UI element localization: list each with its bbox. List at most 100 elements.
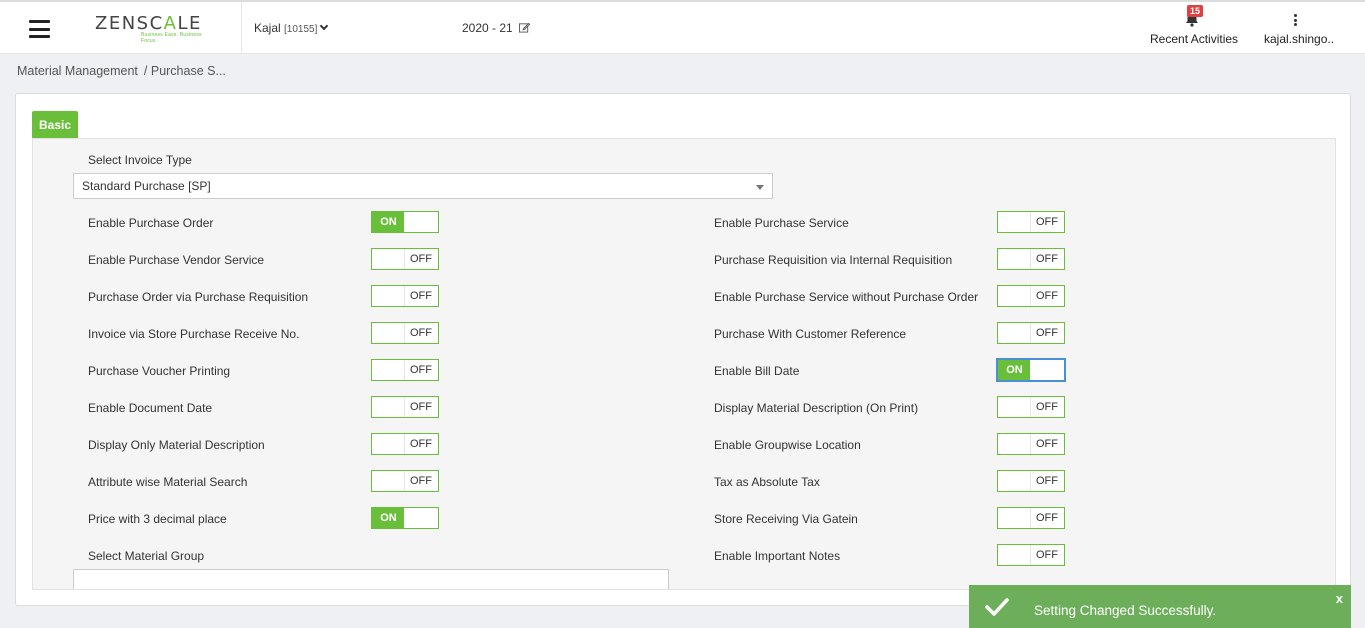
setting-label: Enable Document Date (88, 401, 213, 415)
toggle-off-label: OFF (1036, 290, 1058, 302)
breadcrumb-root[interactable]: Material Management (17, 64, 138, 78)
setting-label: Enable Purchase Service without Purchase… (714, 290, 979, 304)
setting-label: Price with 3 decimal place (88, 512, 227, 526)
checkmark-icon (985, 598, 1009, 616)
setting-label: Store Receiving Via Gatein (714, 512, 858, 526)
toggle-knob (404, 508, 438, 528)
toggle-knob (998, 286, 1031, 306)
toggle-knob (372, 360, 405, 380)
toggle-knob (372, 323, 405, 343)
toggle-off-label: OFF (1036, 475, 1058, 487)
financial-year[interactable]: 2020 - 21 (462, 21, 531, 35)
setting-toggle[interactable]: OFF (997, 396, 1065, 418)
setting-label: Invoice via Store Purchase Receive No. (88, 327, 300, 341)
toggle-off-label: OFF (1036, 401, 1058, 413)
settings-card: Basic Select Invoice Type Standard Purch… (15, 93, 1351, 606)
toggle-knob (998, 212, 1031, 232)
toggle-off-label: OFF (410, 253, 432, 265)
toggle-off-label: OFF (1036, 216, 1058, 228)
toggle-off-label: OFF (1036, 327, 1058, 339)
more-options-icon[interactable] (1294, 14, 1297, 28)
header-divider (241, 2, 242, 54)
toggle-off-label: OFF (1036, 512, 1058, 524)
setting-label: Enable Bill Date (714, 364, 800, 378)
toggle-knob (372, 286, 405, 306)
toggle-on-label: ON (372, 212, 405, 232)
chevron-down-icon (320, 21, 329, 31)
toggle-knob (372, 397, 405, 417)
toggle-knob (372, 471, 405, 491)
toggle-knob (372, 249, 405, 269)
setting-toggle[interactable]: OFF (997, 433, 1065, 455)
toast-message: Setting Changed Successfully. (1034, 603, 1217, 618)
setting-toggle[interactable]: OFF (371, 433, 439, 455)
setting-label: Enable Purchase Vendor Service (88, 253, 265, 267)
recent-activities-link[interactable]: Recent Activities (1150, 32, 1238, 46)
setting-toggle[interactable]: ON (371, 211, 439, 233)
toggle-knob (404, 212, 438, 232)
setting-toggle[interactable]: OFF (997, 470, 1065, 492)
breadcrumb-current: / Purchase S... (143, 64, 226, 78)
invoice-type-label: Select Invoice Type (88, 153, 192, 167)
setting-label: Purchase Voucher Printing (88, 364, 231, 378)
toggle-off-label: OFF (410, 364, 432, 376)
toggle-off-label: OFF (410, 401, 432, 413)
setting-toggle[interactable]: OFF (371, 470, 439, 492)
toggle-on-label: ON (998, 360, 1031, 380)
hamburger-menu-icon[interactable] (29, 20, 50, 38)
toggle-knob (998, 249, 1031, 269)
setting-label: Display Only Material Description (88, 438, 265, 452)
setting-label: Display Material Description (On Print) (714, 401, 919, 415)
setting-toggle[interactable]: OFF (371, 248, 439, 270)
setting-label: Attribute wise Material Search (88, 475, 248, 489)
setting-label: Enable Purchase Order (88, 216, 214, 230)
toggle-off-label: OFF (410, 475, 432, 487)
invoice-type-select[interactable]: Standard Purchase [SP] (73, 173, 773, 199)
toggle-off-label: OFF (1036, 253, 1058, 265)
setting-toggle[interactable]: OFF (997, 322, 1065, 344)
toggle-off-label: OFF (1036, 549, 1058, 561)
toggle-knob (998, 508, 1031, 528)
user-profile-menu[interactable]: kajal.shingo.. (1264, 32, 1334, 46)
setting-toggle[interactable]: OFF (997, 211, 1065, 233)
tab-basic[interactable]: Basic (32, 111, 79, 139)
toggle-on-label: ON (372, 508, 405, 528)
company-user-selector[interactable]: Kajal [10155] (254, 21, 329, 35)
setting-label: Enable Important Notes (714, 549, 841, 563)
toggle-knob (998, 397, 1031, 417)
setting-toggle[interactable]: OFF (997, 285, 1065, 307)
breadcrumb: Material Management / Purchase S... (17, 64, 232, 78)
toggle-knob (998, 434, 1031, 454)
setting-label: Enable Purchase Service (714, 216, 849, 230)
setting-toggle[interactable]: OFF (997, 544, 1065, 566)
edit-icon[interactable] (519, 22, 531, 33)
setting-toggle[interactable]: ON (997, 359, 1065, 381)
basic-settings-panel: Select Invoice Type Standard Purchase [S… (32, 138, 1336, 590)
setting-toggle[interactable]: OFF (371, 359, 439, 381)
setting-label: Enable Groupwise Location (714, 438, 861, 452)
top-header: ZENSCALE Business Ease. Business Focus. … (0, 0, 1365, 54)
material-group-input[interactable] (73, 569, 669, 589)
notification-count-badge: 15 (1187, 5, 1204, 17)
toggle-knob (998, 545, 1031, 565)
setting-label: Purchase Requisition via Internal Requis… (714, 253, 953, 267)
setting-toggle[interactable]: OFF (371, 322, 439, 344)
toggle-off-label: OFF (410, 438, 432, 450)
toggle-knob (998, 471, 1031, 491)
dropdown-caret-icon (756, 185, 764, 190)
setting-label: Purchase Order via Purchase Requisition (88, 290, 309, 304)
toggle-knob (1030, 360, 1064, 380)
material-group-label: Select Material Group (88, 549, 205, 563)
toggle-knob (998, 323, 1031, 343)
setting-toggle[interactable]: OFF (371, 285, 439, 307)
toggle-off-label: OFF (410, 290, 432, 302)
setting-toggle[interactable]: ON (371, 507, 439, 529)
success-toast: Setting Changed Successfully. x (969, 585, 1351, 628)
setting-toggle[interactable]: OFF (997, 507, 1065, 529)
zenscale-logo[interactable]: ZENSCALE Business Ease. Business Focus. (95, 13, 215, 44)
setting-toggle[interactable]: OFF (371, 396, 439, 418)
toggle-off-label: OFF (1036, 438, 1058, 450)
setting-toggle[interactable]: OFF (997, 248, 1065, 270)
toggle-knob (372, 434, 405, 454)
toast-close-button[interactable]: x (1336, 591, 1343, 606)
